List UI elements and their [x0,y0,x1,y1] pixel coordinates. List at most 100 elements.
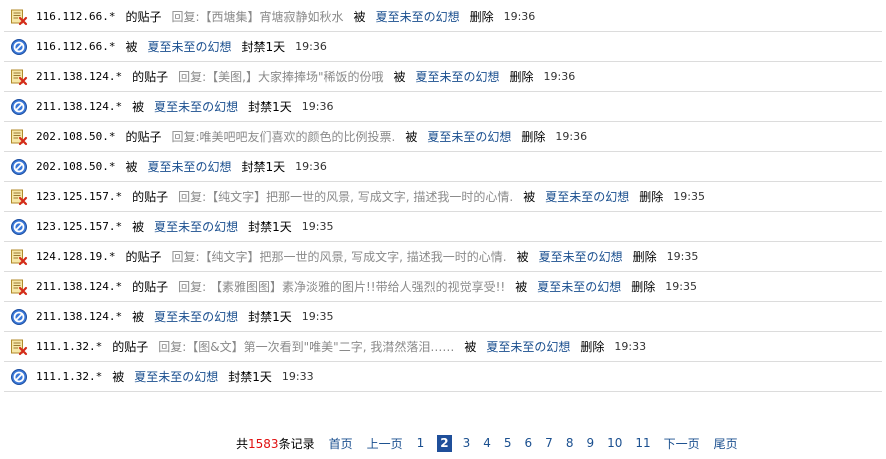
ip-address: 202.108.50.* [36,130,116,143]
page-link[interactable]: 1 [417,436,425,450]
by-label: 被 [464,340,477,354]
ban-icon [10,308,28,326]
post-content[interactable]: 回复: 【素雅图图】素净淡雅的图片!!带给人强烈的视觉享受!! [178,278,505,295]
timestamp: 19:36 [503,10,536,23]
log-row: 211.138.124.* 的贴子 回复: 【素雅图图】素净淡雅的图片!!带给人强烈… [4,272,882,302]
log-row: 123.125.157.* 的贴子 回复:【纯文字】把那一世的风景, 写成文字, 描… [4,182,882,212]
by-label: 被 [125,160,138,174]
action-label: 删除 [632,250,657,264]
moderator-link[interactable]: 夏至未至の幻想 [134,368,218,385]
by-label: 被 [523,190,536,204]
timestamp: 19:33 [614,340,647,353]
by-label: 被 [125,40,138,54]
moderator-link[interactable]: 夏至未至の幻想 [154,308,238,325]
timestamp: 19:35 [301,220,334,233]
moderator-link[interactable]: 夏至未至の幻想 [416,68,500,85]
post-of-label: 的贴子 [125,250,162,264]
action-label: 删除 [639,190,664,204]
action-label: 封禁1天 [241,40,286,54]
ban-icon [10,98,28,116]
moderator-link[interactable]: 夏至未至の幻想 [537,278,621,295]
post-of-label: 的贴子 [132,280,169,294]
log-row: 202.108.50.* 的贴子 回复:唯美吧吧友们喜欢的颜色的比例投票. 被夏至未至… [4,122,882,152]
prev-page-link[interactable]: 上一页 [367,435,403,452]
page-link[interactable]: 11 [635,436,650,450]
action-label: 封禁1天 [248,220,292,234]
timestamp: 19:35 [301,310,334,323]
by-label: 被 [405,130,418,144]
moderator-link[interactable]: 夏至未至の幻想 [486,338,570,355]
by-label: 被 [112,370,125,384]
delete-post-icon [10,68,28,86]
delete-post-icon [10,128,28,146]
by-label: 被 [393,70,406,84]
post-of-label: 的贴子 [132,70,169,84]
last-page-link[interactable]: 尾页 [714,435,738,452]
log-row: 124.128.19.* 的贴子 回复:【纯文字】把那一世的风景, 写成文字, 描述… [4,242,882,272]
post-content[interactable]: 回复:唯美吧吧友们喜欢的颜色的比例投票. [172,128,396,145]
action-label: 删除 [580,340,605,354]
post-of-label: 的贴子 [112,340,149,354]
ip-address: 211.138.124.* [36,100,123,113]
log-row: 211.138.124.* 被夏至未至の幻想 封禁1天 19:35 [4,302,882,332]
by-label: 被 [515,280,528,294]
ip-address: 202.108.50.* [36,160,116,173]
timestamp: 19:36 [295,160,327,173]
log-row: 116.112.66.* 被夏至未至の幻想 封禁1天 19:36 [4,32,882,62]
delete-post-icon [10,8,28,26]
timestamp: 19:33 [281,370,314,383]
log-row: 211.138.124.* 的贴子 回复:【美图,】大家捧捧场"稀饭的份哦被夏至未至… [4,62,882,92]
timestamp: 19:36 [301,100,334,113]
page-link[interactable]: 3 [463,436,471,450]
current-page[interactable]: 2 [437,434,452,452]
timestamp: 19:35 [666,250,699,263]
log-row: 111.1.32.* 的贴子 回复:【图&文】第一次看到"唯美"二字, 我潸然落泪…… [4,332,882,362]
moderator-link[interactable]: 夏至未至の幻想 [154,218,238,235]
delete-post-icon [10,248,28,266]
moderator-link[interactable]: 夏至未至の幻想 [545,188,629,205]
action-label: 封禁1天 [248,310,292,324]
post-content[interactable]: 回复:【美图,】大家捧捧场"稀饭的份哦 [178,68,383,85]
timestamp: 19:36 [555,130,588,143]
page-link[interactable]: 5 [504,436,512,450]
moderator-link[interactable]: 夏至未至の幻想 [427,128,511,145]
action-label: 删除 [509,70,534,84]
moderator-link[interactable]: 夏至未至の幻想 [154,98,238,115]
page-link[interactable]: 10 [607,436,622,450]
page-link[interactable]: 6 [525,436,533,450]
action-label: 封禁1天 [241,160,286,174]
moderator-link[interactable]: 夏至未至の幻想 [376,8,460,25]
post-of-label: 的贴子 [132,190,169,204]
page-link[interactable]: 9 [586,436,594,450]
by-label: 被 [132,220,145,234]
action-label: 封禁1天 [228,370,272,384]
log-row: 116.112.66.* 的贴子 回复:【西塘集】宵塘寂静如秋水被夏至未至の幻想 删除… [4,2,882,32]
moderator-link[interactable]: 夏至未至の幻想 [539,248,623,265]
page-link[interactable]: 4 [483,436,491,450]
page-link[interactable]: 7 [545,436,553,450]
page-link[interactable]: 8 [566,436,574,450]
post-content[interactable]: 回复:【纯文字】把那一世的风景, 写成文字, 描述我一时的心情. [172,248,507,265]
post-content[interactable]: 回复:【纯文字】把那一世的风景, 写成文字, 描述我一时的心情. [178,188,513,205]
moderator-link[interactable]: 夏至未至の幻想 [148,38,232,55]
ip-address: 124.128.19.* [36,250,116,263]
next-page-link[interactable]: 下一页 [664,435,700,452]
action-label: 删除 [469,10,494,24]
delete-post-icon [10,338,28,356]
total-records: 共1583条记录 [236,436,315,451]
timestamp: 19:36 [295,40,327,53]
delete-post-icon [10,188,28,206]
by-label: 被 [132,310,145,324]
post-of-label: 的贴子 [125,130,162,144]
timestamp: 19:35 [665,280,697,293]
ip-address: 123.125.157.* [36,220,123,233]
moderator-link[interactable]: 夏至未至の幻想 [148,158,232,175]
post-content[interactable]: 回复:【西塘集】宵塘寂静如秋水 [172,8,344,25]
ip-address: 211.138.124.* [36,280,123,293]
ip-address: 111.1.32.* [36,370,103,383]
timestamp: 19:35 [673,190,705,203]
post-content[interactable]: 回复:【图&文】第一次看到"唯美"二字, 我潸然落泪…… [158,338,454,355]
ban-icon [10,158,28,176]
first-page-link[interactable]: 首页 [329,435,353,452]
action-label: 删除 [631,280,656,294]
